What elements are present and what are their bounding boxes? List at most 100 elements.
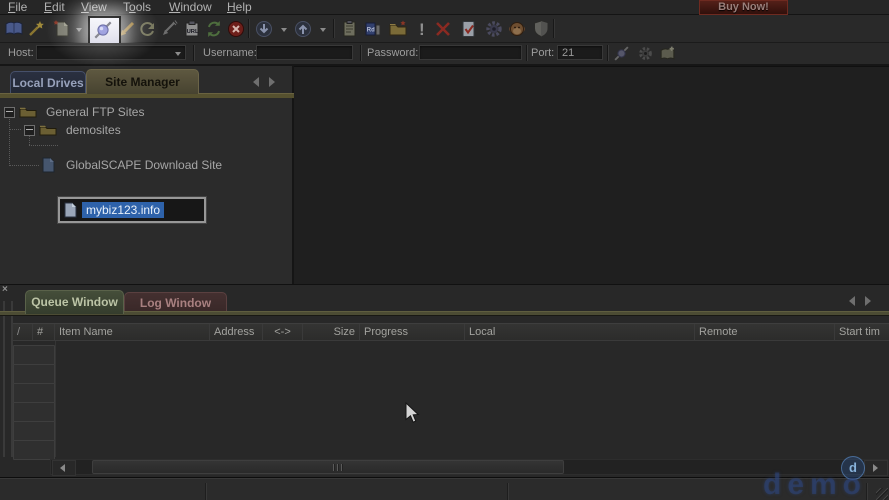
- tab-site-manager[interactable]: Site Manager: [86, 69, 199, 94]
- menu-view[interactable]: View: [81, 0, 107, 14]
- cancel-transfer-icon[interactable]: [159, 19, 179, 39]
- password-label: Password:: [367, 47, 418, 59]
- scroll-right-button[interactable]: [864, 460, 888, 476]
- resize-grip[interactable]: [876, 488, 888, 500]
- priority-icon[interactable]: !: [412, 19, 432, 39]
- password-field[interactable]: [419, 45, 522, 60]
- security-shield-icon[interactable]: [531, 19, 551, 39]
- watermark-text: demo: [763, 468, 867, 500]
- column-start-time[interactable]: Start tim: [835, 324, 889, 340]
- queue-tab-scroll-right-icon[interactable]: [865, 296, 871, 306]
- host-dropdown-icon[interactable]: [175, 52, 181, 56]
- help-support-icon[interactable]: [507, 19, 527, 39]
- copy-url-icon[interactable]: URL: [182, 19, 202, 39]
- download-icon[interactable]: [254, 19, 274, 39]
- stop-icon[interactable]: [226, 19, 246, 39]
- column-address[interactable]: Address: [210, 324, 263, 340]
- toolbar-separator: [333, 19, 335, 38]
- tree-item-demosites[interactable]: demosites: [66, 123, 121, 137]
- quickbar-separator: [360, 45, 362, 61]
- queue-row: [13, 383, 55, 403]
- column-number[interactable]: #: [33, 324, 55, 340]
- svg-text:!: !: [419, 20, 425, 39]
- buy-now-button[interactable]: Buy Now!: [699, 0, 788, 15]
- connect-button-highlight[interactable]: [88, 16, 121, 46]
- username-field[interactable]: [256, 45, 353, 60]
- panel-drag-grip[interactable]: [3, 301, 13, 457]
- status-bar: [0, 477, 889, 500]
- add-to-site-manager-icon[interactable]: [659, 45, 676, 62]
- delete-icon[interactable]: [433, 19, 453, 39]
- column-item-name[interactable]: Item Name: [55, 324, 210, 340]
- settings-gear-icon[interactable]: [484, 19, 504, 39]
- queue-tab-scroll-left-icon[interactable]: [849, 296, 855, 306]
- refresh-icon[interactable]: [204, 19, 224, 39]
- port-field[interactable]: 21: [557, 45, 603, 60]
- menu-help[interactable]: Help: [227, 0, 252, 14]
- column-local[interactable]: Local: [465, 324, 695, 340]
- close-panel-icon[interactable]: ×: [2, 285, 12, 295]
- new-site-dropdown-icon[interactable]: [76, 28, 82, 32]
- rename-edit-box[interactable]: mybiz123.info: [58, 197, 206, 223]
- active-tab-strip: [0, 311, 889, 316]
- tree-item-general-ftp-sites[interactable]: General FTP Sites: [46, 105, 144, 119]
- site-document-icon: [42, 157, 55, 173]
- quick-settings-gear-icon[interactable]: [637, 45, 654, 62]
- collapse-toggle[interactable]: [4, 107, 15, 118]
- quickbar-separator: [607, 45, 609, 61]
- scroll-left-icon: [60, 464, 65, 472]
- tab-queue-window[interactable]: Queue Window: [25, 290, 124, 314]
- quick-connect-icon[interactable]: [613, 45, 630, 62]
- column-size[interactable]: Size: [303, 324, 360, 340]
- properties-icon[interactable]: [459, 19, 479, 39]
- folder-icon: [19, 105, 37, 118]
- toolbar-separator: [248, 19, 250, 38]
- collapse-toggle[interactable]: [24, 125, 35, 136]
- upload-dropdown-icon[interactable]: [320, 28, 326, 32]
- queue-panel: × Queue Window Log Window / # Item Name …: [0, 284, 889, 478]
- queue-row: [13, 440, 55, 460]
- download-dropdown-icon[interactable]: [281, 28, 287, 32]
- menu-window[interactable]: Window: [169, 0, 212, 14]
- toolbar-separator: [553, 19, 555, 38]
- column-remote[interactable]: Remote: [695, 324, 835, 340]
- column-direction[interactable]: <->: [263, 324, 303, 340]
- host-combo[interactable]: [36, 45, 186, 60]
- tree-connector: [9, 129, 21, 131]
- column-status[interactable]: /: [13, 324, 33, 340]
- scrollbar-grip: [333, 464, 343, 471]
- new-site-icon[interactable]: [52, 19, 72, 39]
- svg-text:URL: URL: [187, 29, 199, 35]
- tab-local-drives[interactable]: Local Drives: [10, 71, 86, 94]
- rename-selected-text[interactable]: mybiz123.info: [82, 202, 164, 218]
- tab-scroll-right-icon[interactable]: [269, 77, 275, 87]
- cuteftp-window: File Edit View Tools Window Help Buy Now…: [0, 0, 889, 500]
- grid-line: [55, 341, 56, 457]
- tree-connector: [9, 116, 11, 166]
- remote-pane-empty: [294, 66, 889, 285]
- connect-icon: [92, 19, 114, 41]
- queue-row: [13, 364, 55, 384]
- site-document-icon: [64, 202, 77, 218]
- connection-wizard-icon[interactable]: [27, 19, 47, 39]
- menu-file[interactable]: File: [8, 0, 27, 14]
- toolbar: URL Rd !: [0, 15, 889, 43]
- scroll-left-button[interactable]: [52, 460, 76, 476]
- new-folder-icon[interactable]: [388, 19, 408, 39]
- menu-edit[interactable]: Edit: [44, 0, 65, 14]
- session-notes-icon[interactable]: [340, 19, 360, 39]
- quickbar-separator: [193, 45, 195, 61]
- svg-text:Rd: Rd: [367, 28, 375, 34]
- scrollbar-thumb[interactable]: [92, 460, 564, 474]
- reconnect-icon[interactable]: [138, 19, 158, 39]
- address-book-icon[interactable]: [4, 19, 24, 39]
- column-progress[interactable]: Progress: [360, 324, 465, 340]
- view-log-icon[interactable]: Rd: [363, 19, 383, 39]
- menu-tools[interactable]: Tools: [123, 0, 151, 14]
- tree-item-globalscape-download-site[interactable]: GlobalSCAPE Download Site: [66, 158, 222, 172]
- tab-scroll-left-icon[interactable]: [253, 77, 259, 87]
- folder-icon: [39, 123, 57, 136]
- port-label: Port:: [531, 47, 554, 59]
- statusbar-separator: [205, 483, 207, 500]
- upload-icon[interactable]: [293, 19, 313, 39]
